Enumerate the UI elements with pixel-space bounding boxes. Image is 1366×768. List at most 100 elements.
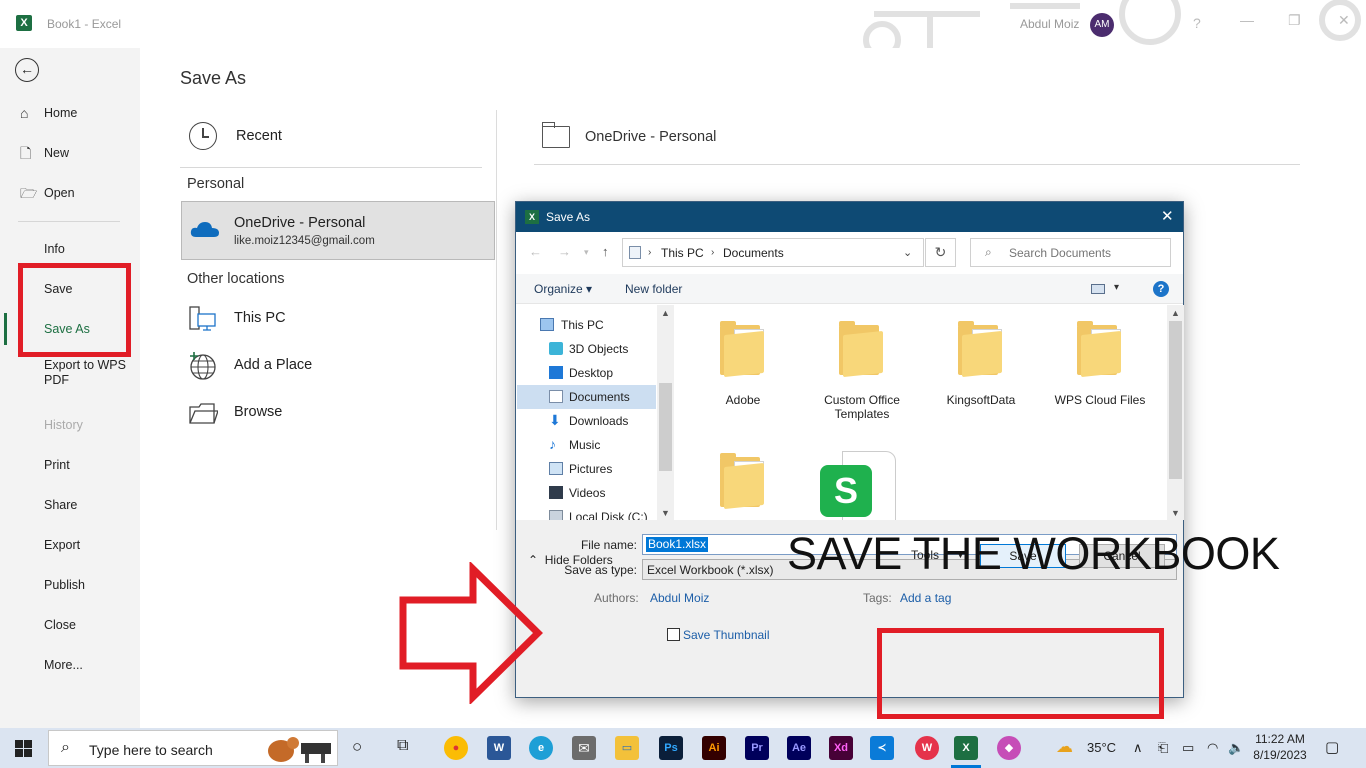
forward-icon[interactable]: → — [558, 244, 571, 259]
nav-close[interactable]: Close — [0, 609, 140, 641]
location-add-place[interactable]: Add a Place — [180, 348, 480, 384]
authors-value[interactable]: Abdul Moiz — [650, 591, 709, 605]
nav-info[interactable]: Info — [0, 233, 140, 265]
tree-this-pc[interactable]: This PC — [516, 313, 659, 337]
highlight-save-options — [18, 263, 131, 357]
search-icon: ⌕ — [985, 245, 992, 259]
recent-locations-icon[interactable]: ▾ — [584, 247, 589, 258]
close-window-icon[interactable]: ✕ — [1338, 12, 1350, 29]
windows-start-icon[interactable] — [15, 740, 32, 757]
scroll-up-icon[interactable]: ▲ — [661, 308, 670, 318]
edge-icon[interactable]: e — [529, 736, 553, 760]
new-folder-button[interactable]: New folder — [625, 282, 682, 296]
folder-adobe[interactable]: Adobe — [684, 305, 802, 425]
nav-publish[interactable]: Publish — [0, 569, 140, 601]
nav-export-wps-pdf[interactable]: Export to WPS PDF — [0, 353, 140, 393]
search-input[interactable] — [1009, 243, 1164, 262]
scroll-thumb[interactable] — [1169, 321, 1182, 479]
files-scrollbar[interactable]: ▲ ▼ — [1167, 305, 1184, 520]
nav-home[interactable]: ⌂ Home — [0, 97, 140, 129]
tree-pictures[interactable]: Pictures — [516, 457, 659, 481]
tree-local-disk[interactable]: Local Disk (C:) — [516, 505, 659, 520]
vscode-icon[interactable]: ≺ — [870, 736, 894, 760]
location-recent[interactable]: Recent — [180, 118, 480, 156]
user-avatar[interactable]: AM — [1090, 13, 1114, 37]
minimize-icon[interactable]: — — [1240, 12, 1254, 28]
taskbar-search[interactable]: ⌕ Type here to search — [48, 730, 338, 766]
refresh-icon[interactable]: ↻ — [925, 238, 956, 267]
location-onedrive-personal[interactable]: OneDrive - Personal like.moiz12345@gmail… — [181, 201, 495, 260]
address-bar[interactable]: › This PC › Documents ⌄ — [622, 238, 924, 267]
excel-taskbar-icon[interactable]: X — [954, 736, 978, 760]
breadcrumb-this-pc[interactable]: This PC — [661, 246, 704, 260]
videos-icon — [549, 486, 563, 499]
illustrator-icon[interactable]: Ai — [702, 736, 726, 760]
onedrive-location-header[interactable]: OneDrive - Personal — [540, 122, 1300, 163]
meet-now-icon[interactable]: ⎗ — [1158, 740, 1168, 756]
weather-temp[interactable]: 35°C — [1087, 740, 1116, 755]
paint-icon[interactable]: ◆ — [997, 736, 1021, 760]
tree-downloads[interactable]: ⬇ Downloads — [516, 409, 659, 433]
chevron-up-icon[interactable]: ∧ — [1133, 740, 1143, 756]
file-explorer-icon[interactable]: ▭ — [615, 736, 639, 760]
location-browse[interactable]: Browse — [180, 395, 480, 431]
help-icon[interactable]: ? — [1193, 15, 1201, 31]
scroll-down-icon[interactable]: ▼ — [661, 508, 670, 518]
premiere-icon[interactable]: Pr — [745, 736, 769, 760]
nav-export[interactable]: Export — [0, 529, 140, 561]
organize-button[interactable]: Organize ▾ — [534, 282, 592, 296]
save-thumbnail-label[interactable]: Save Thumbnail — [683, 628, 770, 642]
restore-icon[interactable]: ❐ — [1288, 12, 1301, 29]
location-this-pc[interactable]: This PC — [180, 301, 480, 337]
nav-more[interactable]: More... — [0, 649, 140, 681]
tree-3d-objects[interactable]: 3D Objects — [516, 337, 659, 361]
wps-sheets-icon: S — [820, 465, 872, 517]
word-icon[interactable]: W — [487, 736, 511, 760]
scroll-up-icon[interactable]: ▲ — [1171, 308, 1180, 318]
view-options-icon[interactable] — [1091, 284, 1105, 294]
computer-icon — [189, 306, 216, 331]
folder-wps-cloud-files[interactable]: WPS Cloud Files — [1041, 305, 1159, 425]
task-view-icon[interactable]: ⧉ — [397, 737, 408, 755]
system-clock[interactable]: 11:22 AM 8/19/2023 — [1252, 731, 1308, 763]
volume-icon[interactable]: 🔈 — [1228, 740, 1244, 756]
folder-icon — [720, 453, 770, 510]
wps-spreadsheet-file[interactable]: S — [820, 451, 900, 520]
folder-custom-office-templates[interactable]: Custom Office Templates — [803, 305, 921, 425]
cortana-icon[interactable]: ○ — [352, 737, 362, 757]
back-icon[interactable]: ← — [529, 244, 542, 259]
weather-icon[interactable]: ☁ — [1056, 737, 1073, 757]
help-icon[interactable]: ? — [1153, 281, 1169, 297]
mail-icon[interactable]: ✉ — [572, 736, 596, 760]
adobe-xd-icon[interactable]: Xd — [829, 736, 853, 760]
dialog-close-icon[interactable]: ✕ — [1161, 207, 1174, 225]
breadcrumb-documents[interactable]: Documents — [723, 246, 784, 260]
tree-documents[interactable]: Documents — [517, 385, 656, 409]
nav-new[interactable]: 🗋 New — [0, 137, 140, 169]
folder-item[interactable] — [684, 437, 802, 520]
tree-music[interactable]: ♪ Music — [516, 433, 659, 457]
add-tag-link[interactable]: Add a tag — [900, 591, 951, 605]
documents-icon — [549, 390, 563, 403]
tree-desktop[interactable]: Desktop — [516, 361, 659, 385]
scroll-thumb[interactable] — [659, 383, 672, 471]
folder-kingsoftdata[interactable]: KingsoftData — [922, 305, 1040, 425]
chrome-icon[interactable]: ● — [444, 736, 468, 760]
tree-videos[interactable]: Videos — [516, 481, 659, 505]
wifi-icon[interactable]: ◠ — [1207, 740, 1218, 756]
wps-office-icon[interactable]: W — [915, 736, 939, 760]
tree-scrollbar[interactable]: ▲ ▼ — [657, 305, 674, 520]
nav-print[interactable]: Print — [0, 449, 140, 481]
save-thumbnail-checkbox[interactable] — [667, 628, 680, 641]
notifications-icon[interactable]: ▢ — [1325, 738, 1339, 756]
chevron-down-icon[interactable]: ⌄ — [903, 246, 912, 259]
nav-open[interactable]: 🗁 Open — [0, 177, 140, 209]
nav-share[interactable]: Share — [0, 489, 140, 521]
up-folder-icon[interactable]: ↑ — [602, 244, 609, 259]
back-arrow-icon[interactable]: ← — [15, 58, 39, 82]
scroll-down-icon[interactable]: ▼ — [1171, 508, 1180, 518]
after-effects-icon[interactable]: Ae — [787, 736, 811, 760]
battery-icon[interactable]: ▭ — [1182, 740, 1194, 756]
photoshop-icon[interactable]: Ps — [659, 736, 683, 760]
chevron-down-icon[interactable]: ▾ — [1114, 282, 1119, 293]
